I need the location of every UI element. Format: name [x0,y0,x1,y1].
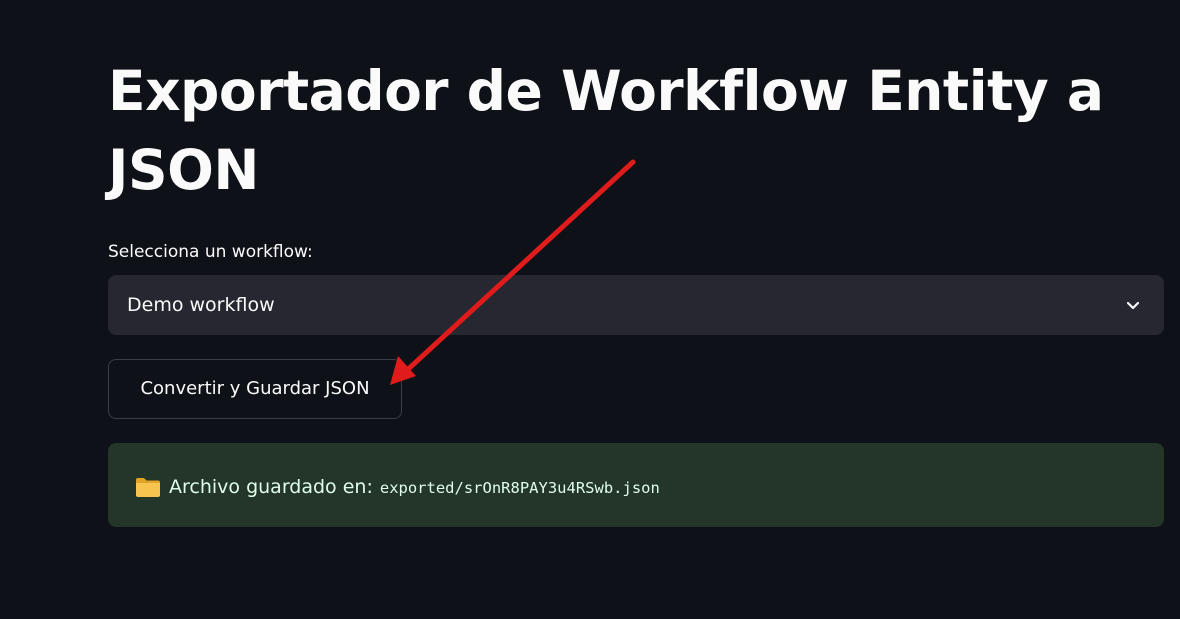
workflow-select-label: Selecciona un workflow: [108,242,313,262]
convert-save-json-button[interactable]: Convertir y Guardar JSON [108,359,402,419]
success-alert-content: Archivo guardado en: exported/srOnR8PAY3… [135,471,660,502]
saved-file-path: exported/srOnR8PAY3u4RSwb.json [379,479,660,497]
page-title: Exportador de Workflow Entity a JSON [108,59,1104,202]
convert-save-json-button-label: Convertir y Guardar JSON [140,378,370,399]
chevron-down-icon[interactable] [1124,296,1142,314]
success-alert: Archivo guardado en: exported/srOnR8PAY3… [108,443,1164,527]
workflow-select-value: Demo workflow [127,294,275,316]
folder-icon [136,477,160,497]
app-page: Exportador de Workflow Entity a JSON Sel… [0,0,1180,619]
workflow-select[interactable]: Demo workflow [108,275,1164,335]
success-message: Archivo guardado en: [169,475,373,498]
